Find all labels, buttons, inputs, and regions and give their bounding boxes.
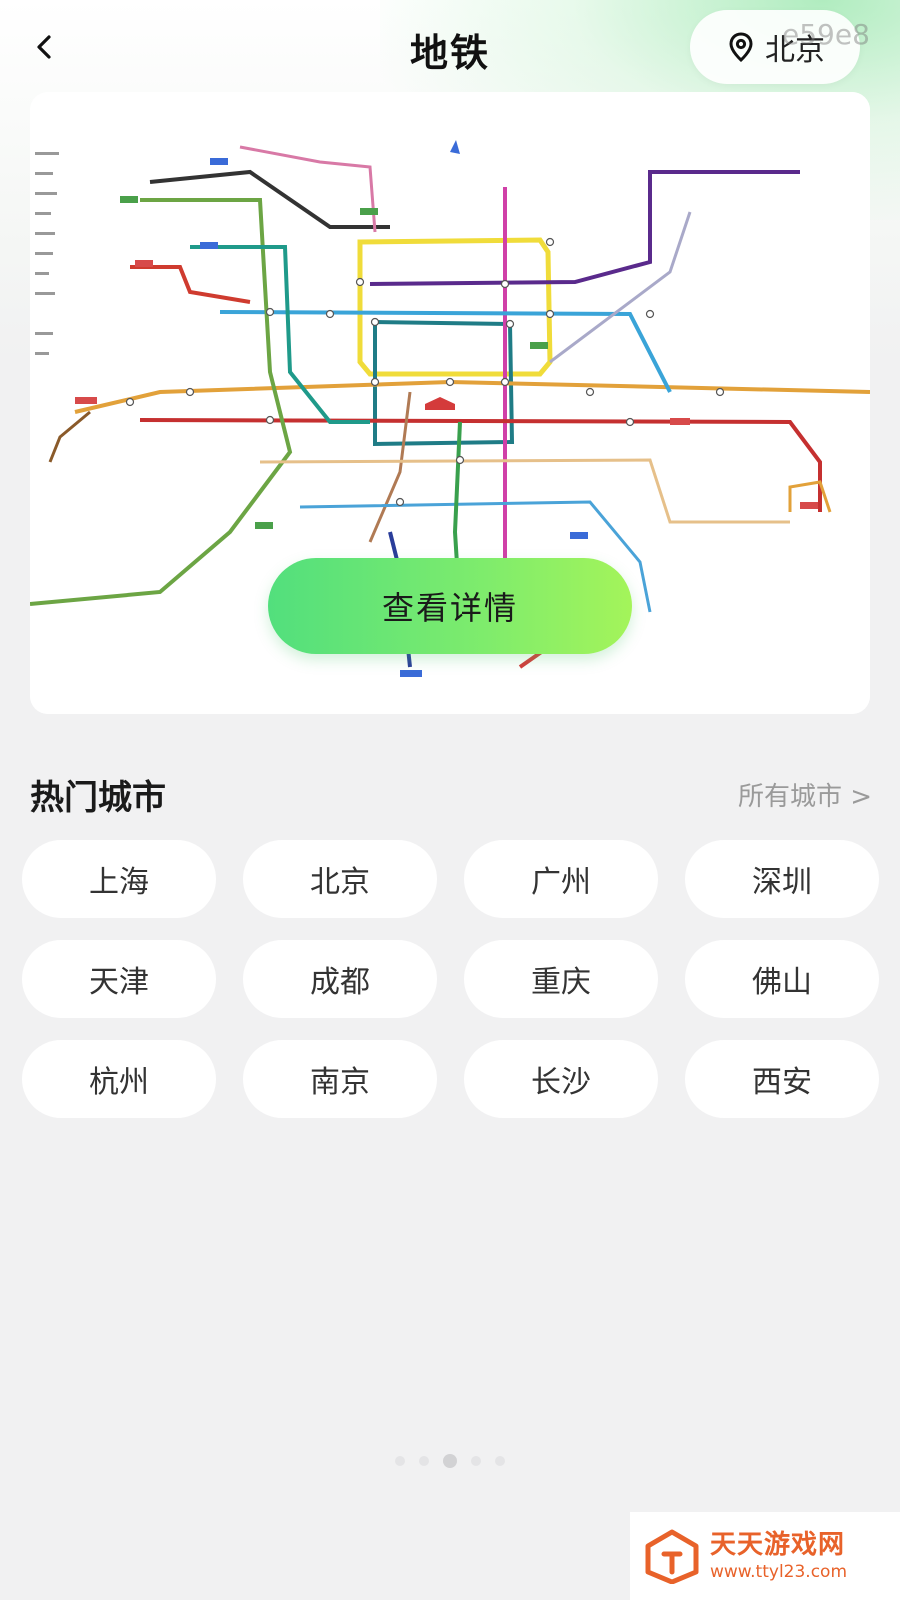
city-chip-tianjin[interactable]: 天津 — [22, 940, 216, 1018]
watermark-name: 天天游戏网 — [710, 1529, 846, 1560]
view-details-button[interactable]: 查看详情 — [268, 558, 632, 654]
page-dot — [395, 1456, 405, 1466]
overlay-code-text: e59e8 — [782, 18, 870, 51]
page-dot — [419, 1456, 429, 1466]
watermark-url: www.ttyl23.com — [710, 1561, 848, 1582]
site-watermark: 天天游戏网 www.ttyl23.com — [630, 1512, 900, 1600]
all-cities-link[interactable]: 所有城市 > — [738, 776, 872, 813]
city-chip-xian[interactable]: 西安 — [685, 1040, 879, 1118]
page-dot — [495, 1456, 505, 1466]
city-chip-nanjing[interactable]: 南京 — [243, 1040, 437, 1118]
hot-cities-title: 热门城市 — [30, 778, 166, 818]
location-pin-icon — [729, 32, 753, 63]
city-chip-hangzhou[interactable]: 杭州 — [22, 1040, 216, 1118]
city-chip-guangzhou[interactable]: 广州 — [464, 840, 658, 918]
city-chip-chongqing[interactable]: 重庆 — [464, 940, 658, 1018]
city-chip-shanghai[interactable]: 上海 — [22, 840, 216, 918]
house-logo-icon — [645, 1529, 699, 1584]
city-chip-changsha[interactable]: 长沙 — [464, 1040, 658, 1118]
page-indicator — [0, 1454, 900, 1468]
city-chip-beijing[interactable]: 北京 — [243, 840, 437, 918]
subway-map-card[interactable]: 查看详情 — [30, 92, 870, 714]
page-dot-active — [443, 1454, 457, 1468]
city-chip-shenzhen[interactable]: 深圳 — [685, 840, 879, 918]
city-chip-chengdu[interactable]: 成都 — [243, 940, 437, 1018]
city-chip-foshan[interactable]: 佛山 — [685, 940, 879, 1018]
page-dot — [471, 1456, 481, 1466]
city-grid: 上海 北京 广州 深圳 天津 成都 重庆 佛山 杭州 南京 长沙 西安 — [22, 840, 882, 1118]
watermark-texts: 天天游戏网 www.ttyl23.com — [710, 1532, 847, 1581]
